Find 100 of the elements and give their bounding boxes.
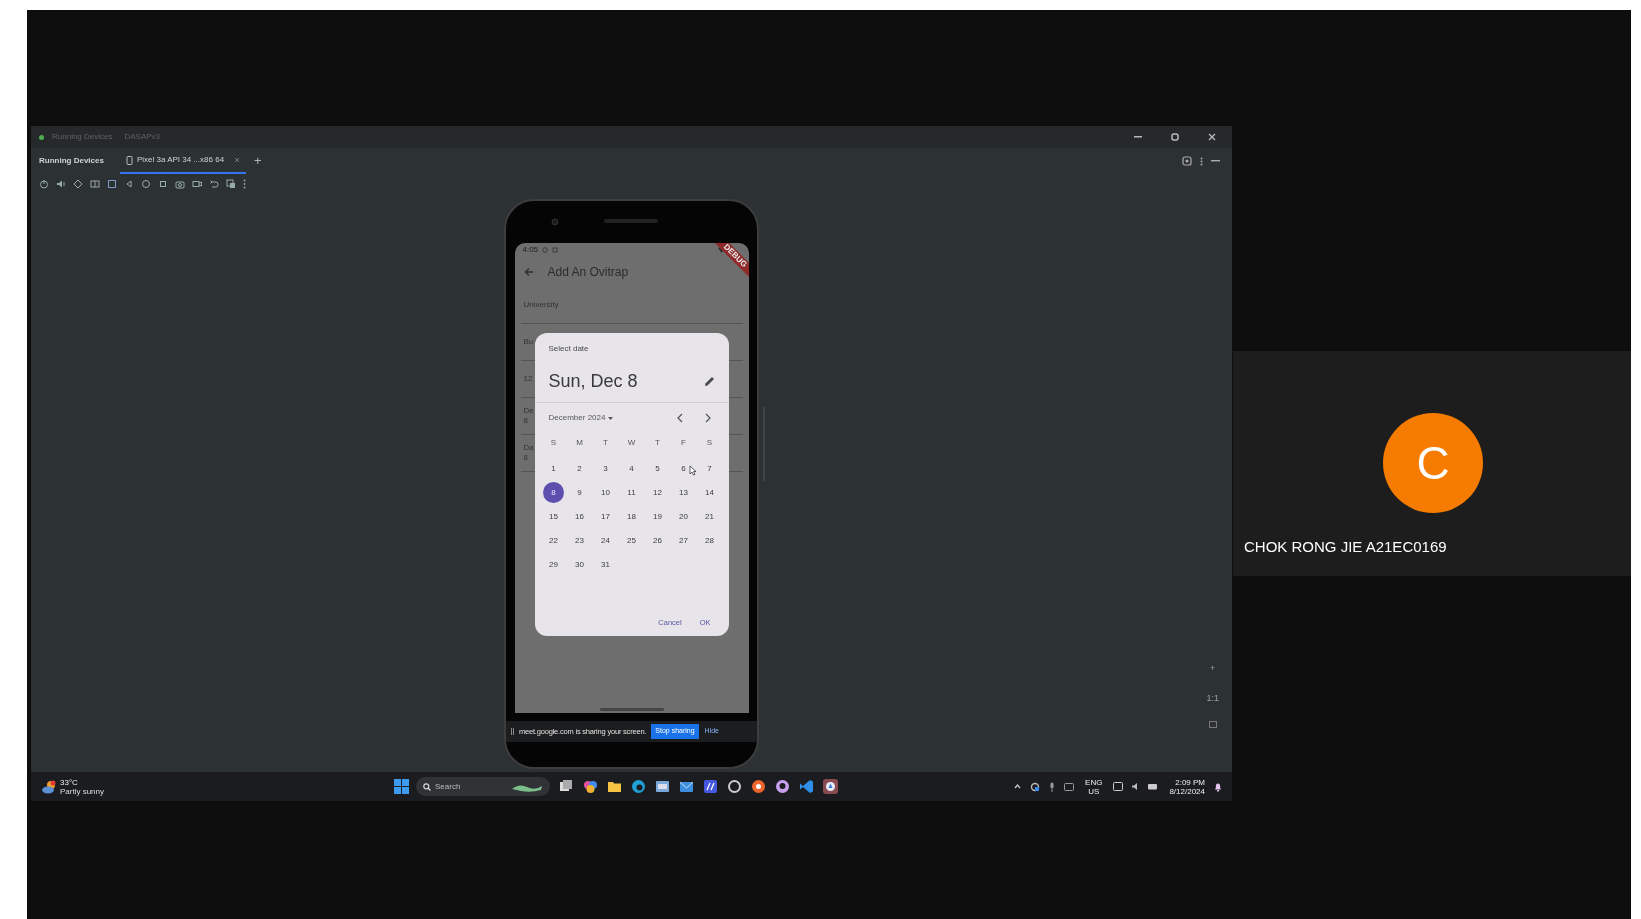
weekday-label: T [655, 437, 660, 449]
calendar-day[interactable]: 18 [621, 506, 642, 528]
previous-month-icon[interactable] [675, 413, 684, 423]
calendar-day[interactable]: 31 [595, 554, 616, 576]
task-view-icon[interactable] [559, 779, 575, 794]
square-logo-icon[interactable] [703, 779, 719, 794]
volume-down-icon[interactable] [56, 179, 66, 189]
calendar-day[interactable]: 25 [621, 530, 642, 552]
back-arrow-icon[interactable] [523, 267, 534, 277]
calendar-day[interactable]: 29 [543, 554, 564, 576]
calendar-day[interactable]: 12 [647, 482, 668, 504]
ring-icon[interactable] [727, 779, 743, 794]
search-field[interactable]: Search [416, 777, 551, 796]
minimize-icon[interactable] [1134, 136, 1142, 138]
calendar-day[interactable]: 30 [569, 554, 590, 576]
monitor-icon[interactable] [1113, 782, 1124, 791]
calendar-day[interactable]: 24 [595, 530, 616, 552]
calendar-day[interactable]: 16 [569, 506, 590, 528]
taskbar-clock[interactable]: 2:09 PM 8/12/2024 [1169, 777, 1205, 796]
participant-name: CHOK RONG JIE A21EC0169 [1244, 537, 1447, 557]
dialog-header: Select date [548, 343, 590, 355]
weekday-label: W [627, 437, 636, 449]
battery-icon[interactable] [1148, 783, 1159, 790]
zoom-control[interactable]: 1:1 [1206, 691, 1219, 705]
round-logo-icon[interactable] [751, 779, 767, 794]
weekday-label: T [603, 437, 608, 449]
calendar-day[interactable]: 15 [543, 506, 564, 528]
screen-title: Add An Ovitrap [547, 264, 629, 281]
screen-icon[interactable] [107, 179, 117, 189]
restore-icon[interactable] [1171, 133, 1179, 141]
calendar-day[interactable]: 2 [569, 458, 590, 480]
weekday-label: S [550, 437, 557, 449]
chevron-up-icon[interactable] [1014, 784, 1022, 789]
snapshot-icon[interactable] [226, 179, 236, 189]
drag-handle-icon[interactable] [511, 728, 514, 735]
tool-window-title: Running Devices [39, 155, 104, 167]
language-indicator[interactable]: ENG US [1085, 777, 1103, 796]
mail-icon[interactable] [679, 779, 695, 794]
folder-icon[interactable] [607, 779, 623, 794]
dropdown-caret-icon [608, 416, 614, 420]
calendar-day[interactable]: 27 [673, 530, 694, 552]
next-month-icon[interactable] [703, 413, 712, 423]
calendar-day[interactable]: 7 [699, 458, 720, 480]
weekday-label: S [706, 437, 713, 449]
calendar-day[interactable]: 19 [647, 506, 668, 528]
power-icon[interactable] [39, 179, 49, 189]
close-tab-icon[interactable] [234, 157, 241, 163]
sync-icon[interactable] [1030, 781, 1041, 792]
calendar-day[interactable]: 1 [543, 458, 564, 480]
fit-screen-icon[interactable] [1208, 721, 1217, 728]
calendar-day[interactable]: 8 [543, 482, 564, 504]
calendar-day[interactable]: 11 [621, 482, 642, 504]
calendar-day[interactable]: 28 [699, 530, 720, 552]
add-tab-button[interactable]: + [254, 151, 262, 171]
calendar-day[interactable]: 3 [595, 458, 616, 480]
calendar-day[interactable]: 22 [543, 530, 564, 552]
close-icon[interactable] [1208, 133, 1216, 141]
device-settings-icon[interactable] [1182, 156, 1192, 166]
more-options-icon[interactable] [1200, 156, 1203, 166]
notification-bell-icon[interactable] [1214, 781, 1222, 792]
zoom-control[interactable]: + [1210, 662, 1216, 676]
tablet-icon[interactable] [1064, 782, 1075, 791]
edit-pencil-icon[interactable] [703, 375, 715, 387]
camera-icon[interactable] [175, 179, 185, 189]
device-tab[interactable]: Pixel 3a API 34 ...x86 64 [119, 148, 247, 174]
undo-icon[interactable] [209, 179, 219, 189]
record-icon[interactable] [192, 179, 202, 189]
gesture-handle [599, 708, 664, 711]
calendar-day[interactable]: 5 [647, 458, 668, 480]
speaker-icon[interactable] [1132, 783, 1140, 790]
search-placeholder: Search [435, 780, 461, 793]
weekday-label: M [576, 437, 583, 449]
calendar-day[interactable]: 26 [647, 530, 668, 552]
weather-temperature: 33°C [60, 777, 79, 787]
month-year-selector[interactable]: December 2024 [548, 412, 614, 424]
flower-logo-icon[interactable] [583, 779, 599, 794]
calendar-day[interactable]: 17 [595, 506, 616, 528]
window-app-icon[interactable] [655, 779, 671, 794]
calendar-day[interactable]: 20 [673, 506, 694, 528]
mouse-cursor-icon [688, 465, 697, 476]
calendar-day[interactable]: 21 [699, 506, 720, 528]
rotate-icon[interactable] [73, 179, 83, 189]
selected-date: Sun, Dec 8 [548, 369, 638, 393]
microphone-icon[interactable] [1049, 781, 1056, 792]
start-menu-icon[interactable] [394, 779, 410, 794]
calendar-day[interactable]: 23 [569, 530, 590, 552]
calendar-day[interactable]: 13 [673, 482, 694, 504]
calendar-day[interactable]: 4 [621, 458, 642, 480]
browser-icon[interactable] [631, 779, 647, 794]
home-icon[interactable] [141, 179, 151, 189]
calendar-day[interactable]: 14 [699, 482, 720, 504]
overview-icon[interactable] [158, 179, 168, 189]
camera-icon [551, 218, 559, 226]
weather-condition: Partly sunny [60, 786, 105, 796]
calendar-day[interactable]: 9 [569, 482, 590, 504]
back-icon[interactable] [124, 179, 134, 189]
fold-icon[interactable] [90, 179, 100, 189]
calendar-day[interactable]: 10 [595, 482, 616, 504]
search-icon [423, 782, 432, 791]
more-options-icon[interactable] [243, 179, 246, 189]
